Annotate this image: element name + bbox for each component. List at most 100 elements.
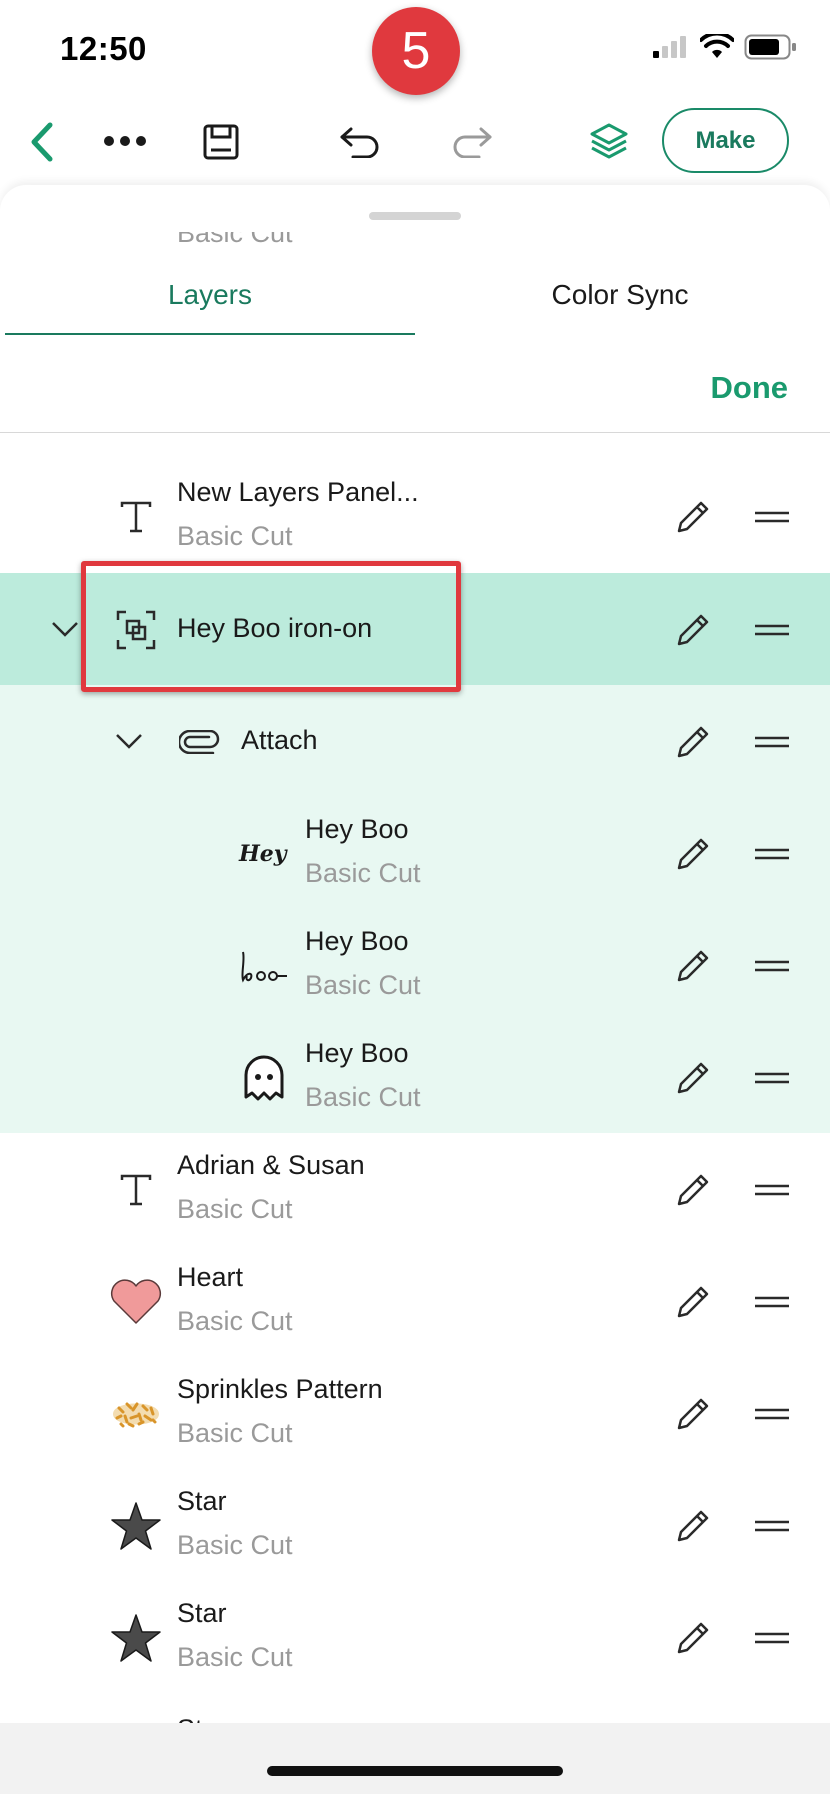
layer-operation: Basic Cut [305,1082,421,1112]
highlight-annotation-box [81,561,461,692]
edit-layer-button[interactable] [668,1165,718,1215]
drag-handle-icon [755,1184,789,1196]
battery-icon [744,34,796,60]
sheet-grabber[interactable] [369,212,461,220]
layer-name: New Layers Panel... [177,477,419,507]
drag-handle[interactable] [752,951,792,981]
attach-icon [171,713,229,771]
layer-name: Hey Boo [305,926,409,956]
edit-layer-button[interactable] [668,1613,718,1663]
cellular-signal-icon [653,36,686,58]
edit-layer-button[interactable] [668,1389,718,1439]
drag-handle[interactable] [752,1175,792,1205]
chevron-down-icon [52,622,78,637]
layer-row-attach[interactable]: Attach [0,685,830,797]
layer-row-star-1[interactable]: Star Basic Cut [0,1469,830,1581]
active-tab-underline [5,333,415,335]
save-button[interactable] [199,120,243,164]
layer-name: Star [177,1598,227,1628]
drag-handle-icon [755,1296,789,1308]
ghost-icon [235,1049,293,1107]
pencil-icon [677,950,709,982]
drag-handle[interactable] [752,1063,792,1093]
layers-button[interactable] [585,118,633,166]
layer-row-heart[interactable]: Heart Basic Cut [0,1245,830,1357]
layer-name: Hey Boo [305,814,409,844]
layer-operation: Basic Cut [177,1194,293,1224]
drag-handle-icon [755,1632,789,1644]
layer-operation: Basic Cut [177,1642,293,1672]
layer-row-sprinkles-pattern[interactable]: Sprinkles Pattern Basic Cut [0,1357,830,1469]
heart-icon [107,1273,165,1331]
tab-layers[interactable]: Layers [5,279,415,311]
undo-icon [340,127,379,158]
layer-row-adrian-susan[interactable]: Adrian & Susan Basic Cut [0,1133,830,1245]
drag-handle-icon [755,624,789,636]
hey-script-icon: Hey [235,825,293,883]
pencil-icon [677,1398,709,1430]
pencil-icon [677,1062,709,1094]
pencil-icon [677,838,709,870]
edit-layer-button[interactable] [668,605,718,655]
drag-handle[interactable] [752,1511,792,1541]
drag-handle-icon [755,1408,789,1420]
layer-row-star-2[interactable]: Star Basic Cut [0,1581,830,1693]
layer-operation: Basic Cut [177,1418,293,1448]
status-icons [652,34,798,60]
layer-row-hey-boo-1[interactable]: Hey Hey Boo Basic Cut [0,797,830,909]
home-indicator[interactable] [267,1766,563,1776]
layers-icon [590,123,628,159]
more-options-button[interactable] [100,126,150,156]
drag-handle[interactable] [752,839,792,869]
layer-row-hey-boo-2[interactable]: Hey Boo Basic Cut [0,909,830,1021]
layer-operation: Basic Cut [177,521,293,551]
done-button[interactable]: Done [711,370,789,406]
edit-layer-button[interactable] [668,1053,718,1103]
edit-layer-button[interactable] [668,717,718,767]
layer-row-hey-boo-3[interactable]: Hey Boo Basic Cut [0,1021,830,1133]
undo-button[interactable] [336,120,384,164]
edit-layer-button[interactable] [668,1277,718,1327]
drag-handle[interactable] [752,1399,792,1429]
layer-operation: Basic Cut [305,970,421,1000]
save-icon [203,124,239,160]
text-icon [107,1161,165,1219]
pencil-icon [677,501,709,533]
redo-button[interactable] [448,120,496,164]
boo-script-icon [235,937,293,995]
drag-handle[interactable] [752,502,792,532]
step-number-badge: 5 [372,7,460,95]
pencil-icon [677,1510,709,1542]
drag-handle[interactable] [752,1287,792,1317]
drag-handle[interactable] [752,727,792,757]
status-time: 12:50 [60,30,147,67]
collapse-attach-button[interactable] [109,721,149,761]
wifi-icon [700,34,734,58]
partial-row-label: Basic Cut [177,232,293,247]
pencil-icon [677,1622,709,1654]
drag-handle-icon [755,1072,789,1084]
collapse-group-button[interactable] [45,609,85,649]
svg-text:Hey: Hey [238,841,289,867]
tab-color-sync[interactable]: Color Sync [415,279,825,311]
pencil-icon [677,1286,709,1318]
edit-layer-button[interactable] [668,492,718,542]
bottom-safe-area [0,1723,830,1794]
sprinkles-pattern-icon [107,1385,165,1443]
edit-layer-button[interactable] [668,829,718,879]
drag-handle-icon [755,848,789,860]
drag-handle[interactable] [752,615,792,645]
edit-layer-button[interactable] [668,941,718,991]
drag-handle[interactable] [752,1623,792,1653]
layer-operation: Basic Cut [177,1530,293,1560]
make-button[interactable]: Make [662,108,789,173]
layer-name: Attach [241,725,318,755]
layer-name: Star [177,1486,227,1516]
layer-row-new-layers-panel[interactable]: New Layers Panel... Basic Cut [0,460,830,572]
drag-handle-icon [755,1520,789,1532]
edit-layer-button[interactable] [668,1501,718,1551]
drag-handle-icon [755,511,789,523]
pencil-icon [677,1174,709,1206]
back-button[interactable] [20,118,64,166]
layer-name: Heart [177,1262,244,1292]
